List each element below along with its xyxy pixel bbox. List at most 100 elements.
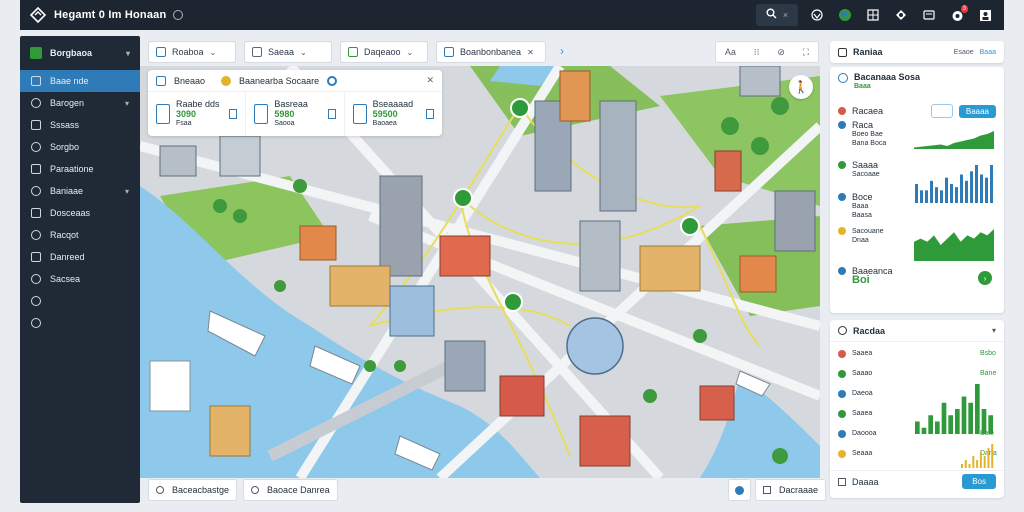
report-row-icon — [838, 350, 846, 358]
metric-row: Raca Boeo Bae Bana Boca — [830, 121, 910, 148]
metric-sub: Baaa — [852, 203, 869, 210]
report-row-label: Seaaa — [852, 450, 873, 457]
chart-bar — [987, 448, 990, 468]
filter-icon — [252, 47, 262, 57]
globe-icon[interactable] — [836, 6, 854, 24]
message-icon[interactable] — [920, 6, 938, 24]
sidebar-item-icon — [31, 120, 41, 130]
stats-card: Bneaao Baanearba Socaare ✕ Raabe dds 3090… — [148, 70, 442, 136]
user-icon[interactable] — [976, 6, 994, 24]
stat-text: Bseaaaad 59500 Baoaea — [373, 99, 414, 129]
metric-label: Saaaa — [852, 160, 879, 170]
search-button[interactable]: × — [756, 4, 798, 26]
sidebar-item-label: Sssass — [50, 120, 80, 130]
chart-3 — [914, 227, 994, 263]
settings-icon — [31, 296, 41, 306]
filter-dropdown[interactable]: Roaboa ⌄ — [148, 41, 236, 63]
report-row-value: Bane — [980, 370, 997, 377]
layer-label: Dacraaae — [779, 485, 819, 495]
chart-bar — [968, 464, 971, 468]
info-icon[interactable] — [173, 10, 184, 20]
stat-sub: Saooa — [274, 120, 295, 127]
layer-button[interactable]: Dacraaae — [755, 479, 827, 501]
analytics-panel: Raniaa Esaoe Baaa — [830, 41, 1004, 63]
stat-label: Bseaaaad — [372, 99, 414, 109]
sidebar-item[interactable]: Sorgbo — [20, 136, 140, 158]
section-input[interactable] — [930, 104, 953, 118]
flag-icon[interactable] — [864, 6, 882, 24]
chart-1 — [914, 129, 994, 151]
filter-label: Boanbonbanea — [460, 47, 522, 57]
mini-chart — [914, 229, 994, 261]
mini-chart — [915, 165, 993, 203]
filter-icon — [348, 47, 358, 57]
section-button[interactable]: Baaaa — [958, 104, 996, 118]
sidebar-item-label: Sorgbo — [50, 142, 80, 152]
filter-label: Roaboa — [172, 47, 204, 57]
filter-dropdown[interactable]: Saeaa ⌄ — [244, 41, 332, 63]
chart-bar — [965, 180, 968, 203]
metric-right: Bana Boca — [852, 140, 887, 147]
stat-text: Basreaa 5980 Saooa — [274, 99, 308, 129]
search-extra: × — [782, 10, 789, 20]
walk-mode-button[interactable]: 🚶 — [789, 75, 813, 99]
chart-bar — [915, 421, 920, 434]
map-control-button[interactable]: Aa — [725, 47, 736, 57]
sidebar-item[interactable]: Sacsea — [20, 268, 140, 290]
alert-icon[interactable]: 3 — [948, 5, 968, 24]
wifi-icon[interactable] — [808, 6, 826, 24]
map-control-button[interactable]: ⊘ — [777, 47, 785, 58]
sidebar-header[interactable]: Borgbaoa ▾ — [20, 36, 140, 70]
chart-bar — [961, 396, 967, 434]
chart-bar — [940, 190, 943, 203]
report-row-label: Saaea — [852, 350, 873, 357]
stat-sub: Fsaa — [176, 120, 192, 127]
chevron-down-icon[interactable]: ▾ — [992, 326, 996, 335]
bottom-toolbar: Baceacbastge Baoace Danrea — [148, 479, 338, 501]
sidebar-item[interactable]: Paraatione — [20, 158, 140, 180]
sidebar-item-label: Danreed — [50, 252, 85, 262]
sidebar-item[interactable]: Baniaae ▾ — [20, 180, 140, 202]
sidebar-item[interactable]: Barogen ▾ — [20, 92, 140, 114]
sidebar-settings-item[interactable] — [20, 290, 140, 312]
sidebar-item[interactable]: Danreed — [20, 246, 140, 268]
chart-bar — [970, 171, 973, 203]
chart-bar — [920, 190, 923, 203]
sidebar-item[interactable]: Baae nde — [20, 70, 140, 92]
filter-dropdown[interactable]: Daqeaoo ⌄ — [340, 41, 428, 63]
panel-box-button[interactable]: Baaa — [980, 49, 996, 56]
sidebar-list: Baae nde Barogen ▾ Sssass Sorgbo Paraatione Ba… — [20, 70, 140, 334]
sidebar-item[interactable]: Sssass — [20, 114, 140, 136]
report-row: Saaao Bane — [830, 370, 996, 378]
report-row: Daeoa — [830, 390, 904, 398]
stat-value: 3090 — [176, 109, 197, 119]
sidebar: Borgbaoa ▾ Baae nde Barogen ▾ Sssass Sorgbo P… — [20, 36, 140, 503]
footer-button[interactable]: Bos — [962, 474, 996, 489]
report-row-icon — [838, 410, 846, 418]
filter-extra-button[interactable]: › — [560, 44, 564, 58]
map-controls: Aa ⁝⁝ ⊘ ⛶ — [715, 41, 819, 63]
chart-bar — [985, 177, 988, 203]
filter-label: Daqeaoo — [364, 47, 401, 57]
settings-icon — [31, 318, 41, 328]
sidebar-item[interactable]: Dosceaas — [20, 202, 140, 224]
map-control-button[interactable]: ⛶ — [803, 47, 809, 58]
sidebar-item-label: Barogen — [50, 98, 85, 108]
map-control-button[interactable]: ⁝⁝ — [754, 47, 760, 58]
shield-icon[interactable] — [892, 6, 910, 24]
filter-icon — [156, 47, 166, 57]
sidebar-item[interactable]: Racqot — [20, 224, 140, 246]
logo-icon — [30, 7, 46, 23]
bottom-tool-button[interactable]: Baceacbastge — [148, 479, 238, 501]
mini-chart — [961, 444, 994, 468]
close-icon[interactable]: ✕ — [426, 75, 434, 86]
location-button[interactable] — [728, 479, 751, 501]
bottom-tool-button[interactable]: Baoace Danrea — [243, 479, 338, 501]
chart-bar — [991, 444, 994, 468]
stat-label: Raabe dds — [176, 99, 220, 109]
sidebar-settings-item[interactable] — [20, 312, 140, 334]
stat-badge-icon — [229, 109, 238, 119]
toggle-button[interactable]: › — [978, 271, 992, 285]
metrics-panel: Bacanaaa Sosa Baaa Racaea Baaaa Raca Boeo … — [830, 67, 1004, 313]
filter-dropdown[interactable]: Boanbonbanea ✕ — [436, 41, 546, 63]
